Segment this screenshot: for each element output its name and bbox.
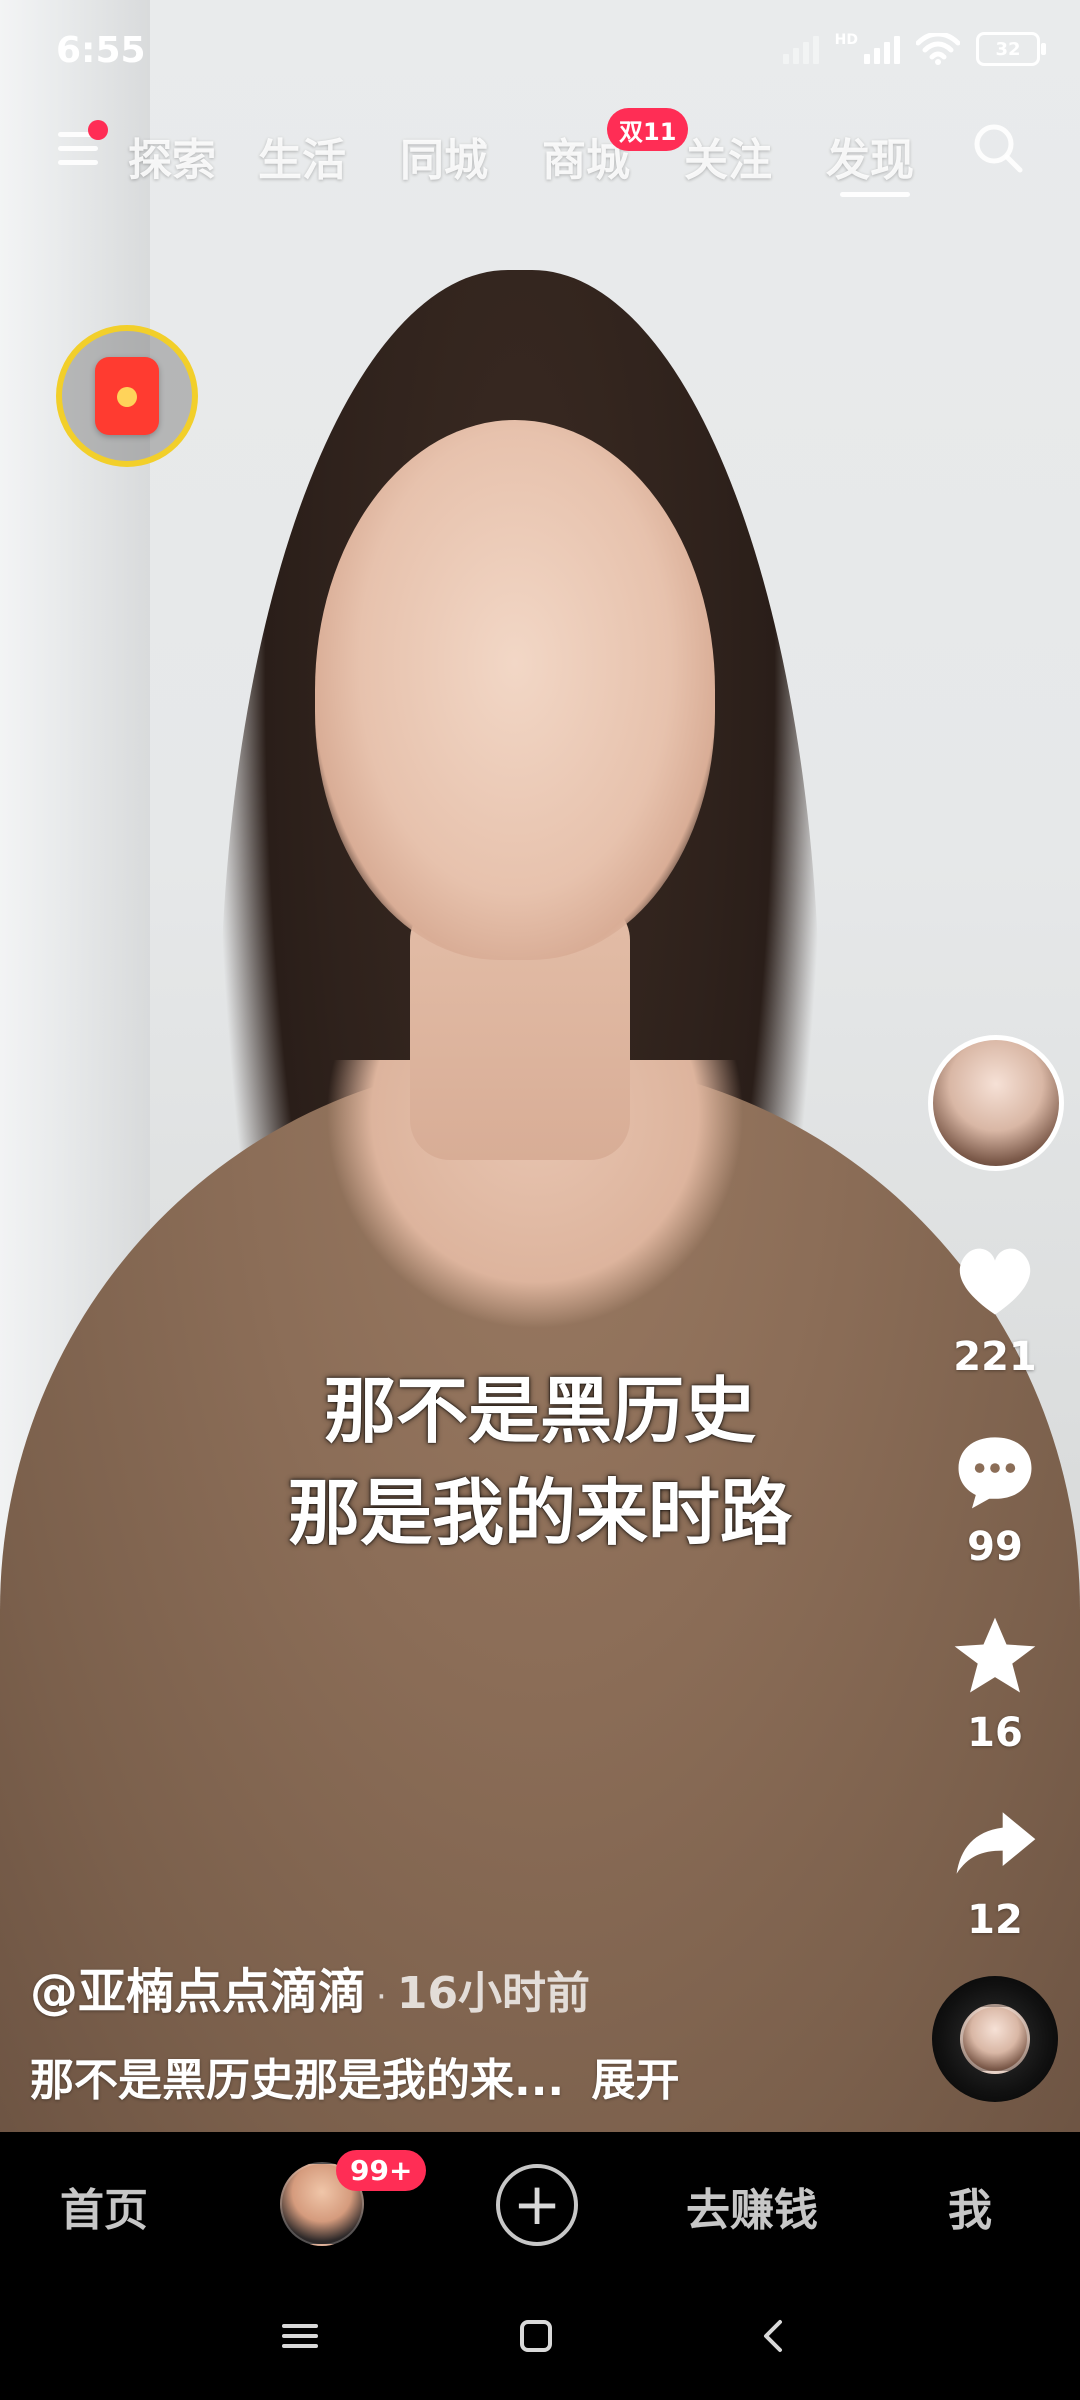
like-button[interactable]: 221: [940, 1232, 1050, 1380]
video-caption: @亚楠点点滴滴 · 16小时前 那不是黑历史那是我的来... 展开: [30, 1952, 910, 2108]
share-count: 12: [967, 1897, 1023, 1943]
favorite-count: 16: [967, 1710, 1023, 1756]
caption-text: 那不是黑历史那是我的来...: [30, 2055, 565, 2106]
status-icons: HD 32: [782, 32, 1046, 66]
battery-level: 32: [995, 38, 1021, 60]
video-subtitles: 那不是黑历史 那是我的来时路: [0, 1360, 1080, 1564]
comment-icon: [958, 1437, 1032, 1509]
heart-icon: [959, 1248, 1031, 1315]
back-nav-icon[interactable]: [750, 2312, 798, 2360]
music-disc[interactable]: [932, 1976, 1058, 2102]
caption-author-row: @亚楠点点滴滴 · 16小时前: [30, 1952, 910, 2022]
video-player[interactable]: [0, 0, 1080, 2132]
recent-apps-icon[interactable]: [276, 2312, 324, 2360]
battery-icon: 32: [976, 32, 1046, 66]
share-icon: [956, 1812, 1036, 1874]
search-icon[interactable]: [970, 120, 1024, 174]
tab-home[interactable]: 首页: [60, 2174, 148, 2238]
active-tab-indicator: [840, 192, 910, 197]
caption-separator: ·: [376, 1977, 387, 2017]
android-nav-bar: [0, 2272, 1080, 2400]
tab-explore[interactable]: 探索: [128, 124, 216, 188]
comment-button[interactable]: 99: [940, 1422, 1050, 1570]
tab-local[interactable]: 同城: [400, 124, 488, 188]
wifi-icon: [916, 33, 960, 65]
red-packet-icon: [95, 357, 159, 435]
tab-discover[interactable]: 发现: [826, 124, 914, 188]
expand-button[interactable]: 展开: [591, 2055, 679, 2106]
star-icon: [954, 1617, 1036, 1693]
tab-me[interactable]: 我: [948, 2174, 992, 2238]
caption-text-row[interactable]: 那不是黑历史那是我的来... 展开: [30, 2044, 910, 2108]
like-count: 221: [953, 1334, 1037, 1380]
top-nav: 探索 生活 同城 商城 关注 发现: [0, 110, 1080, 200]
home-nav-icon[interactable]: [512, 2312, 560, 2360]
signal-muted-icon: [782, 34, 819, 64]
subtitle-line-1: 那不是黑历史: [323, 1369, 756, 1453]
author-name[interactable]: @亚楠点点滴滴: [30, 1952, 366, 2022]
video-person-face: [315, 420, 715, 960]
mall-badge: 双11: [607, 108, 689, 151]
plus-icon: +: [512, 2170, 562, 2238]
author-avatar[interactable]: [928, 1035, 1064, 1171]
signal-icon: [864, 34, 900, 64]
tab-earn[interactable]: 去赚钱: [686, 2174, 818, 2238]
share-button[interactable]: 12: [940, 1795, 1050, 1943]
favorite-button[interactable]: 16: [940, 1608, 1050, 1756]
subtitle-line-2: 那是我的来时路: [287, 1471, 792, 1555]
hd-label: HD: [834, 32, 858, 48]
tab-following[interactable]: 关注: [684, 124, 772, 188]
bottom-tab-bar: 首页 99+ + 去赚钱 我: [0, 2132, 1080, 2272]
status-time: 6:55: [56, 30, 146, 71]
post-time: 16小时前: [396, 1968, 591, 2019]
tab-life[interactable]: 生活: [258, 124, 346, 188]
comment-count: 99: [967, 1524, 1023, 1570]
music-cover: [960, 2004, 1030, 2074]
red-packet-button[interactable]: [56, 325, 198, 467]
unread-badge: 99+: [336, 2150, 427, 2191]
status-bar: 6:55 HD 32: [0, 0, 1080, 110]
notification-dot: [88, 120, 108, 140]
post-button[interactable]: +: [496, 2164, 578, 2246]
